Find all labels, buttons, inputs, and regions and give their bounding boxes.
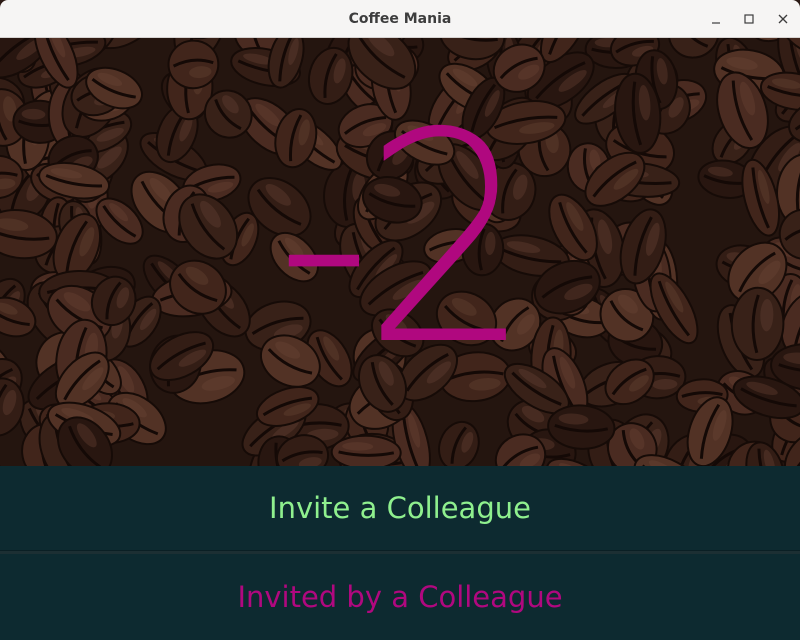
close-icon (778, 14, 788, 24)
invited-by-colleague-label: Invited by a Colleague (237, 580, 563, 614)
invite-colleague-button[interactable]: Invite a Colleague (0, 466, 800, 551)
minimize-button[interactable] (706, 9, 726, 29)
invited-by-colleague-button[interactable]: Invited by a Colleague (0, 554, 800, 640)
invite-colleague-label: Invite a Colleague (269, 491, 531, 525)
maximize-icon (744, 14, 754, 24)
counter-value: -2 (276, 72, 533, 409)
app-window: Coffee Mania -2 Invite a Colleague Invit… (0, 0, 800, 640)
title-bar[interactable]: Coffee Mania (0, 0, 800, 38)
window-title: Coffee Mania (348, 11, 452, 27)
close-button[interactable] (773, 9, 793, 29)
maximize-button[interactable] (739, 9, 759, 29)
colleague-counter: -2 (0, 38, 800, 466)
minimize-icon (712, 22, 720, 24)
